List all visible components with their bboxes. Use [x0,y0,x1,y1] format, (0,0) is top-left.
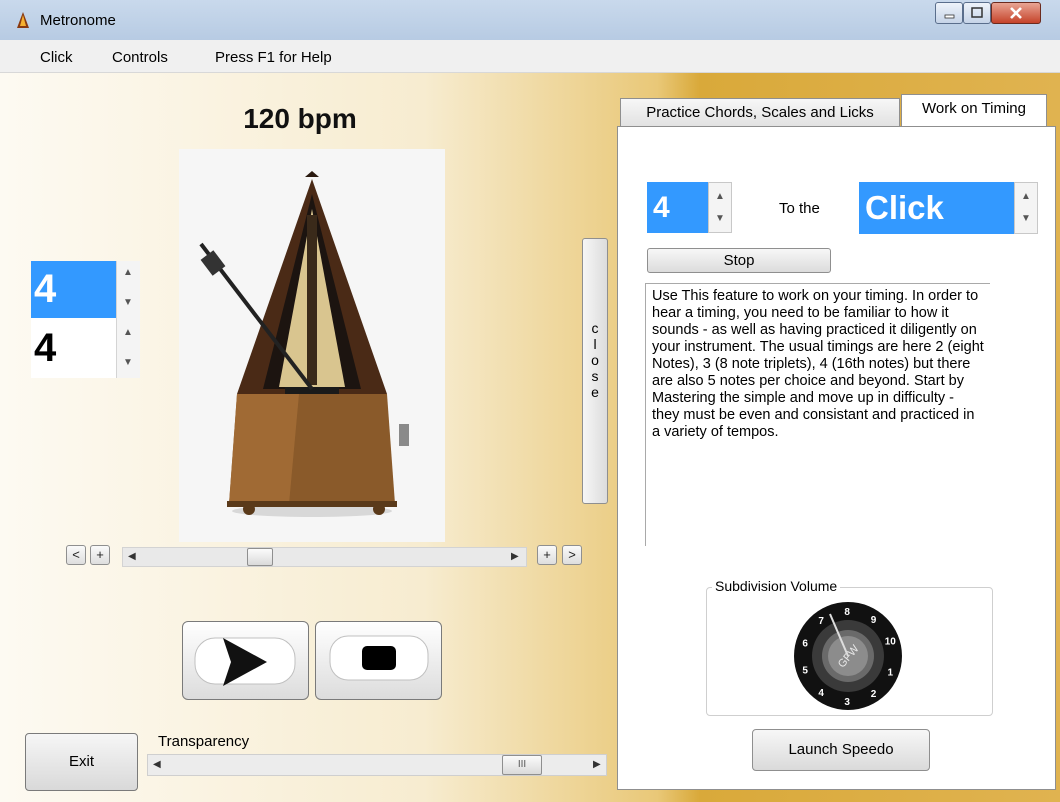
launch-speedo-button[interactable]: Launch Speedo [752,729,930,771]
subdivision-spinner[interactable]: ▲ ▼ [708,182,732,233]
knob-number: 3 [844,697,850,708]
knob-number: 5 [802,666,808,677]
tempo-slider-thumb[interactable] [246,548,273,566]
spin-down-icon[interactable]: ▼ [1015,213,1037,224]
scroll-left-icon[interactable]: ◀ [128,551,136,562]
time-signature-spinner-arrows[interactable]: ▲ ▼ ▲ ▼ [116,261,140,378]
scroll-right-icon[interactable]: ▶ [593,759,601,770]
menu-click[interactable]: Click [40,49,73,66]
tempo-plus-right-button[interactable]: + [537,545,557,565]
subdivision-volume-label: Subdivision Volume [712,578,841,594]
knob-number: 6 [802,638,808,649]
knob-number: 2 [871,689,877,700]
scroll-right-icon[interactable]: ▶ [511,551,519,562]
target-sound-field[interactable]: Click [859,182,1014,234]
knob-number: 10 [885,637,897,648]
timing-stop-button[interactable]: Stop [647,248,831,273]
tempo-slider[interactable] [122,547,527,567]
stop-button[interactable] [315,621,442,700]
play-button[interactable] [182,621,309,700]
menu-help[interactable]: Press F1 for Help [215,49,332,66]
maximize-button[interactable] [963,2,991,24]
timing-description: Use This feature to work on your timing.… [645,283,990,546]
tab-practice[interactable]: Practice Chords, Scales and Licks [620,98,900,126]
menu-controls[interactable]: Controls [112,49,168,66]
window-close-button[interactable] [991,2,1041,24]
transparency-slider-thumb[interactable]: III [502,755,543,775]
bpm-display: 120 bpm [243,103,357,134]
knob-number: 8 [844,607,850,618]
exit-button[interactable]: Exit [25,733,138,791]
close-icon [1010,7,1022,19]
subdivision-volume-knob[interactable]: 12345678910 GFW [792,600,904,712]
target-sound-spinner[interactable]: ▲ ▼ [1014,182,1038,234]
tempo-increase-button[interactable]: > [562,545,582,565]
minimize-button[interactable] [935,2,963,24]
knob-number: 4 [818,688,824,699]
spin-down-icon[interactable]: ▼ [117,297,139,308]
title-bar [0,0,1060,41]
minimize-icon [944,14,955,19]
metronome-image [179,149,445,542]
knob-number: 7 [818,616,824,627]
knob-number: 1 [888,667,894,678]
spin-up-icon[interactable]: ▲ [117,327,139,338]
beats-per-measure-field[interactable]: 4 [31,261,116,318]
tempo-plus-left-button[interactable]: + [90,545,110,565]
close-panel-label: c l o s e [591,320,599,400]
spin-up-icon[interactable]: ▲ [117,267,139,278]
metronome-app-icon [17,12,29,28]
knob-number: 9 [871,615,877,626]
window-title: Metronome [40,12,116,29]
stop-icon [329,635,429,681]
spin-up-icon[interactable]: ▲ [1015,191,1037,202]
to-the-label: To the [779,200,820,217]
spin-down-icon[interactable]: ▼ [709,213,731,224]
beat-unit-field[interactable]: 4 [31,318,116,378]
play-icon [194,637,296,686]
transparency-label: Transparency [158,733,250,750]
scroll-left-icon[interactable]: ◀ [153,759,161,770]
spin-down-icon[interactable]: ▼ [117,357,139,368]
maximize-icon [971,7,983,18]
subdivision-count-field[interactable]: 4 [647,182,708,233]
tab-work-on-timing[interactable]: Work on Timing [901,94,1047,126]
spin-up-icon[interactable]: ▲ [709,191,731,202]
tempo-decrease-button[interactable]: < [66,545,86,565]
